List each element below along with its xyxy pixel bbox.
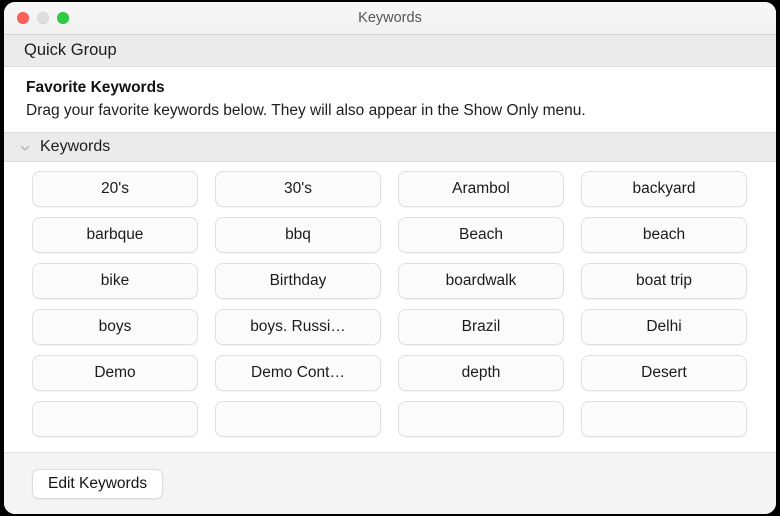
keyword-pill[interactable]: boys. Russi… (215, 309, 381, 345)
favorite-keywords-title: Favorite Keywords (26, 77, 754, 99)
keyword-pill[interactable]: boardwalk (398, 263, 564, 299)
keyword-pill-label: boat trip (636, 272, 692, 290)
keyword-pill-label: 20's (101, 180, 129, 198)
keyword-pill[interactable]: 20's (32, 171, 198, 207)
keyword-pill[interactable]: Brazil (398, 309, 564, 345)
keyword-pill-label: barbque (87, 226, 144, 244)
keyword-pill[interactable]: Delhi (581, 309, 747, 345)
window-titlebar: Keywords (4, 2, 776, 35)
keyword-pill-label: bike (101, 272, 129, 290)
favorite-keywords-description: Drag your favorite keywords below. They … (26, 99, 726, 122)
keyword-pill-label: boardwalk (446, 272, 517, 290)
keyword-pill-label: Demo (94, 364, 135, 382)
keyword-pill[interactable]: Desert (581, 355, 747, 391)
keyword-pill[interactable]: backyard (581, 171, 747, 207)
keyword-pill[interactable]: depth (398, 355, 564, 391)
keyword-pill-label: depth (462, 364, 501, 382)
keyword-pill-label: Beach (459, 226, 503, 244)
keyword-pill[interactable]: Birthday (215, 263, 381, 299)
keywords-section-title: Keywords (40, 138, 110, 156)
quick-group-header[interactable]: Quick Group (4, 35, 776, 67)
keyword-pill[interactable]: boat trip (581, 263, 747, 299)
keywords-scroll-area[interactable]: 20's 30's Arambol backyard barbque bbq Beach be… (4, 162, 776, 452)
keyword-pill[interactable] (32, 401, 198, 437)
keyword-pill-label: Birthday (270, 272, 327, 290)
keyword-pill-label: Desert (641, 364, 687, 382)
keyword-pill[interactable]: Arambol (398, 171, 564, 207)
keyword-pill[interactable]: bbq (215, 217, 381, 253)
keywords-grid: 20's 30's Arambol backyard barbque bbq Beach be… (4, 162, 776, 437)
keyword-pill[interactable]: Beach (398, 217, 564, 253)
keyword-pill-label: Delhi (646, 318, 681, 336)
keyword-pill[interactable]: bike (32, 263, 198, 299)
keyword-pill[interactable]: Demo Cont… (215, 355, 381, 391)
keyword-pill-label: boys. Russi… (250, 318, 346, 336)
keyword-pill-label: Demo Cont… (251, 364, 345, 382)
window-title: Keywords (4, 2, 776, 34)
edit-keywords-button[interactable]: Edit Keywords (32, 469, 163, 499)
keyword-pill-label: boys (99, 318, 132, 336)
keyword-pill[interactable] (398, 401, 564, 437)
keyword-pill-label: 30's (284, 180, 312, 198)
keyword-pill-label: backyard (633, 180, 696, 198)
quick-group-label: Quick Group (24, 41, 117, 60)
keyword-pill[interactable] (581, 401, 747, 437)
window-footer: Edit Keywords (4, 452, 776, 514)
chevron-down-icon[interactable] (19, 141, 31, 153)
keyword-pill[interactable]: barbque (32, 217, 198, 253)
keyword-pill-label: beach (643, 226, 685, 244)
keyword-pill[interactable]: boys (32, 309, 198, 345)
keyword-pill[interactable] (215, 401, 381, 437)
keyword-pill-label: Brazil (462, 318, 501, 336)
keywords-section-header[interactable]: Keywords (4, 132, 776, 162)
keywords-window: Keywords Quick Group Favorite Keywords D… (4, 2, 776, 514)
keyword-pill[interactable]: Demo (32, 355, 198, 391)
keyword-pill-label: Arambol (452, 180, 510, 198)
keyword-pill[interactable]: beach (581, 217, 747, 253)
keyword-pill[interactable]: 30's (215, 171, 381, 207)
keyword-pill-label: bbq (285, 226, 311, 244)
favorite-keywords-section: Favorite Keywords Drag your favorite key… (4, 67, 776, 132)
